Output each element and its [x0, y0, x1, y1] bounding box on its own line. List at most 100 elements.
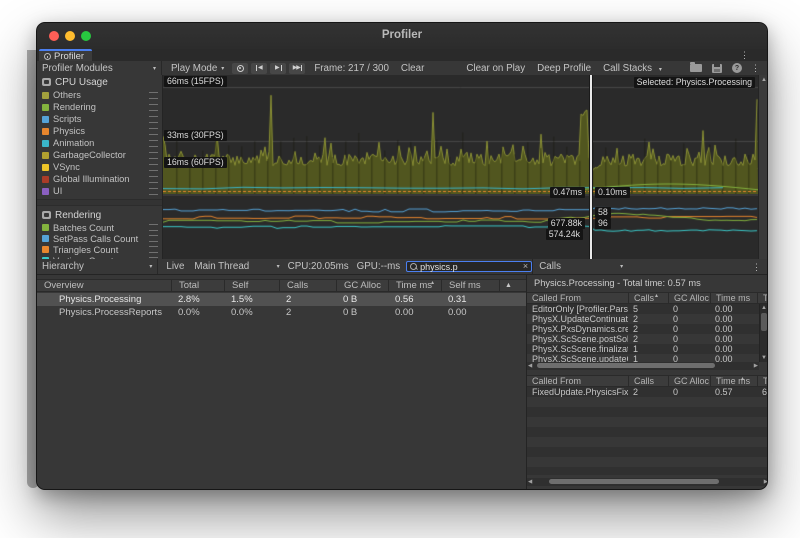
drag-handle-icon[interactable] [149, 152, 158, 159]
drag-handle-icon[interactable] [149, 164, 158, 171]
legend-item-others[interactable]: Others [37, 89, 162, 101]
scroll-left-icon[interactable]: ◀ [528, 363, 532, 369]
table-row[interactable]: PhysX.ScScene.finalizatio100.00 [527, 344, 768, 354]
drag-handle-icon[interactable] [149, 128, 158, 135]
hierarchy-mode-dropdown[interactable]: Hierarchy ▾ [37, 259, 158, 274]
details-menu-icon[interactable]: ⋮ [752, 262, 761, 272]
chart-scrollbar[interactable]: ▲ [758, 75, 768, 259]
drag-handle-icon[interactable] [149, 246, 158, 253]
legend-item-batches-count[interactable]: Batches Count [37, 222, 162, 233]
table-row[interactable]: Physics.ProcessReports0.0%0.0%20 B0.000.… [37, 306, 526, 319]
column-header-time-ms[interactable]: Time ms [710, 376, 757, 387]
current-frame-button[interactable]: ▶▶ [289, 63, 305, 74]
table-row[interactable] [527, 427, 768, 437]
column-header-ti[interactable]: Ti [757, 293, 768, 304]
column-header-calls[interactable]: Calls [628, 293, 668, 304]
legend-item-rendering[interactable]: Rendering [37, 101, 162, 113]
scroll-right-icon[interactable]: ▶ [764, 479, 768, 485]
drag-handle-icon[interactable] [149, 235, 158, 242]
scroll-up-icon[interactable]: ▲ [759, 76, 768, 84]
scrollbar-thumb[interactable] [549, 479, 719, 484]
deep-profile-button[interactable]: Deep Profile [537, 63, 591, 74]
next-frame-button[interactable]: ▶ [270, 63, 286, 74]
cpu-usage-chart[interactable] [163, 75, 758, 196]
scroll-up-icon[interactable]: ▲ [760, 304, 768, 312]
column-header-self-ms[interactable]: Self ms [441, 280, 499, 292]
table-row[interactable]: EditorOnly [Profiler.ParseT500.00 [527, 304, 768, 314]
column-header-calls[interactable]: Calls [279, 280, 336, 292]
legend-item-ui[interactable]: UI [37, 185, 162, 197]
table-row[interactable] [527, 437, 768, 447]
table-row[interactable]: Physics.Processing2.8%1.5%20 B0.560.31 [37, 293, 526, 306]
details-mode-dropdown[interactable]: Calls ▾ [539, 261, 623, 272]
column-header-gc-alloc[interactable]: GC Alloc [668, 293, 710, 304]
detail-table-rows: FixedUpdate.PhysicsFixec200.5766 [527, 387, 768, 475]
column-header-total[interactable]: Total [171, 280, 224, 292]
table-row[interactable]: PhysX.ScScene.updateCC100.00 [527, 354, 768, 362]
drag-handle-icon[interactable] [149, 224, 158, 231]
module-header-rendering[interactable]: Rendering [37, 208, 162, 222]
legend-item-setpass-calls-count[interactable]: SetPass Calls Count [37, 233, 162, 244]
clear-search-icon[interactable]: × [523, 262, 528, 271]
play-mode-dropdown[interactable]: Play Mode ▾ [166, 61, 229, 75]
legend-item-vsync[interactable]: VSync [37, 161, 162, 173]
drag-handle-icon[interactable] [149, 176, 158, 183]
table-row[interactable] [527, 407, 768, 417]
drag-handle-icon[interactable] [149, 104, 158, 111]
scroll-right-icon[interactable]: ▶ [754, 363, 758, 369]
record-button[interactable] [232, 63, 248, 74]
scrollbar-thumb[interactable] [537, 363, 715, 368]
clear-on-play-button[interactable]: Clear on Play [466, 63, 525, 74]
rendering-chart[interactable] [163, 196, 758, 259]
table-row[interactable] [527, 417, 768, 427]
column-header-gc-alloc[interactable]: GC Alloc [668, 376, 710, 387]
table-row[interactable]: PhysX.ScScene.postSolve200.00 [527, 334, 768, 344]
drag-handle-icon[interactable] [149, 92, 158, 99]
column-header-gc-alloc[interactable]: GC Alloc [336, 280, 388, 292]
legend-item-triangles-count[interactable]: Triangles Count [37, 244, 162, 255]
load-profile-icon[interactable] [690, 64, 702, 72]
clear-button[interactable]: Clear [401, 63, 424, 74]
scroll-left-icon[interactable]: ◀ [528, 479, 532, 485]
drag-handle-icon[interactable] [149, 188, 158, 195]
scroll-down-icon[interactable]: ▼ [760, 354, 768, 362]
table-row[interactable]: PhysX.UpdateContinuatio200.00 [527, 314, 768, 324]
tab-menu-icon[interactable]: ⋮ [740, 50, 749, 60]
column-header-called-from[interactable]: Called From [527, 376, 628, 387]
table-row[interactable] [527, 457, 768, 467]
save-profile-icon[interactable] [712, 64, 722, 73]
column-header-called-from[interactable]: Called From [527, 293, 628, 304]
table-row[interactable] [527, 467, 768, 475]
horizontal-scrollbar[interactable]: ◀▶ [527, 362, 759, 370]
legend-item-garbagecollector[interactable]: GarbageCollector [37, 149, 162, 161]
column-header-self[interactable]: Self [224, 280, 279, 292]
thread-dropdown[interactable]: Main Thread ▾ [194, 261, 279, 272]
drag-handle-icon[interactable] [149, 140, 158, 147]
table-row[interactable]: FixedUpdate.PhysicsFixec200.5766 [527, 387, 768, 397]
tab-profiler[interactable]: Profiler [39, 49, 92, 61]
column-header-time-ms[interactable]: Time ms [710, 293, 757, 304]
table-row[interactable] [527, 397, 768, 407]
vertical-scrollbar[interactable]: ▲▼ [759, 304, 768, 362]
table-row[interactable] [527, 447, 768, 457]
legend-item-scripts[interactable]: Scripts [37, 113, 162, 125]
profiler-modules-dropdown[interactable]: Profiler Modules ▾ [37, 61, 162, 75]
column-header-ti[interactable]: Ti [757, 376, 768, 387]
help-icon[interactable]: ? [732, 63, 742, 73]
search-input[interactable]: physics.p × [406, 261, 532, 272]
drag-handle-icon[interactable] [149, 116, 158, 123]
table-row[interactable]: PhysX.PxsDynamics.creat200.00 [527, 324, 768, 334]
playhead-line[interactable] [589, 75, 593, 259]
legend-item-physics[interactable]: Physics [37, 125, 162, 137]
call-stacks-dropdown[interactable]: Call Stacks ▾ [603, 63, 662, 74]
column-header-calls[interactable]: Calls [628, 376, 668, 387]
horizontal-scrollbar[interactable]: ◀▶ [527, 478, 768, 486]
module-header-cpu-usage[interactable]: CPU Usage [37, 75, 162, 89]
toolbar-menu-icon[interactable]: ⋮ [751, 63, 760, 73]
legend-item-global-illumination[interactable]: Global Illumination [37, 173, 162, 185]
live-toggle[interactable]: Live [166, 261, 184, 272]
legend-item-animation[interactable]: Animation [37, 137, 162, 149]
prev-frame-button[interactable]: ◀ [251, 63, 267, 74]
scrollbar-thumb[interactable] [761, 313, 767, 331]
column-header-overview[interactable]: Overview [37, 280, 171, 292]
